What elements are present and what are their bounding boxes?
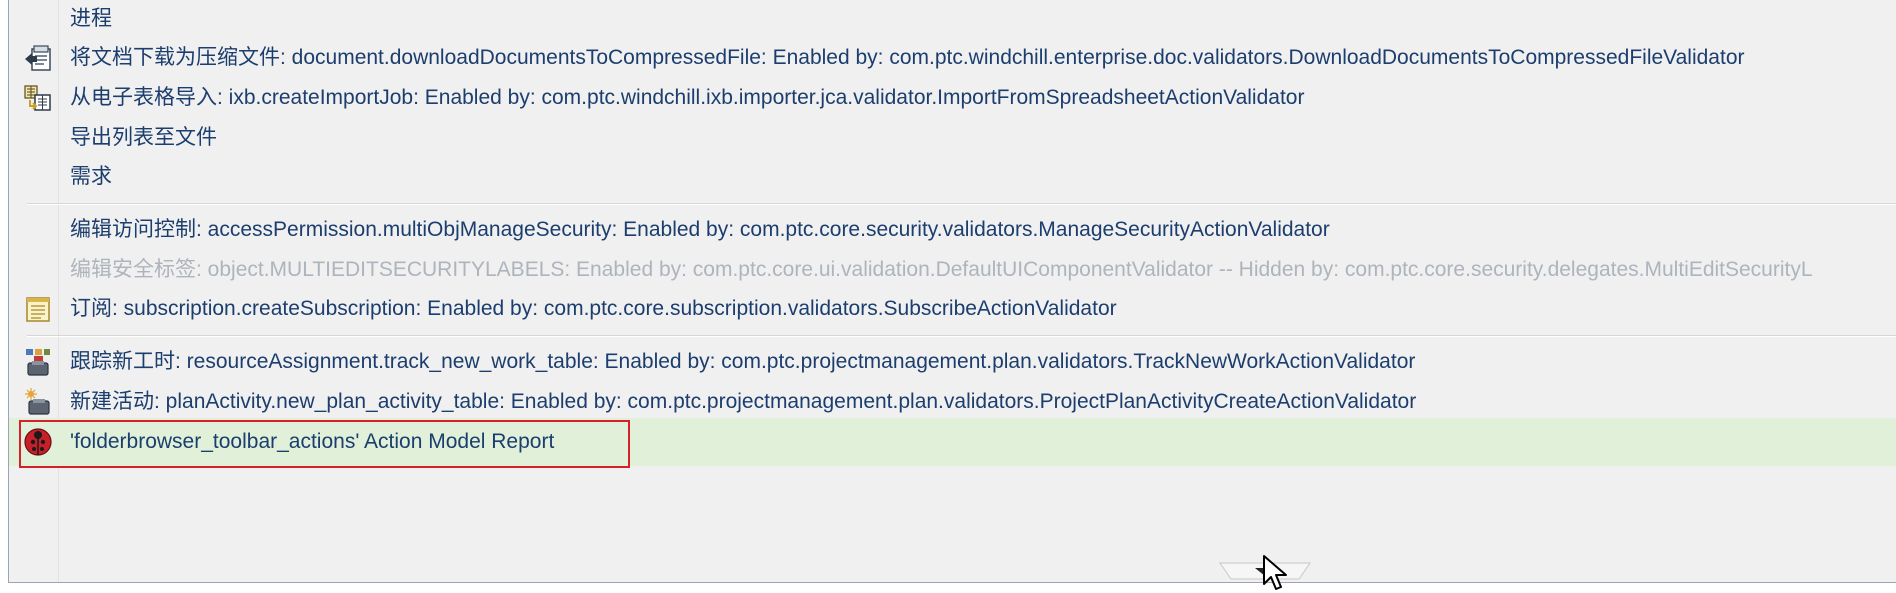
mouse-cursor-icon xyxy=(1263,555,1287,590)
ladybug-icon xyxy=(24,428,52,456)
track-work-icon xyxy=(26,349,50,376)
menu-item-requirements[interactable]: 需求 xyxy=(9,153,1896,201)
context-menu: 进程 将文档下载为压缩文件: document.downloadDocument… xyxy=(8,0,1896,583)
menu-item-label: 订阅: subscription.createSubscription: Ena… xyxy=(70,297,1117,320)
menu-separator xyxy=(27,335,1896,337)
download-compressed-icon xyxy=(25,45,51,71)
menu-item-action-model-report[interactable]: 'folderbrowser_toolbar_actions' Action M… xyxy=(9,418,1896,466)
menu-item-label: 'folderbrowser_toolbar_actions' Action M… xyxy=(70,430,555,453)
menu-separator xyxy=(27,203,1896,205)
menu-item-label: 需求 xyxy=(70,165,112,188)
menu-item-subscribe[interactable]: 订阅: subscription.createSubscription: Ena… xyxy=(9,285,1896,333)
new-activity-icon xyxy=(25,388,50,415)
subscription-icon xyxy=(26,297,50,322)
import-spreadsheet-icon xyxy=(24,85,51,111)
